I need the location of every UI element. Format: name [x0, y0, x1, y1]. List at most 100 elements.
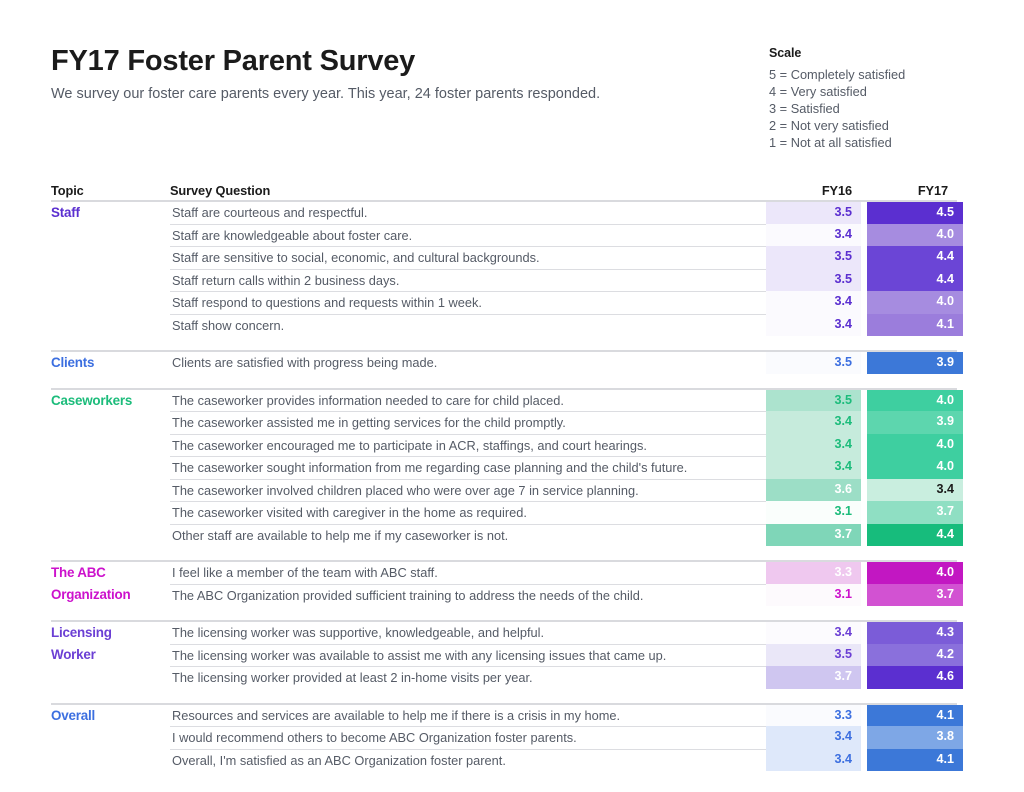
- fy16-score-cell: 3.4: [766, 223, 861, 246]
- topic-label-line: Licensing: [51, 625, 112, 640]
- table-row: The caseworker involved children placed …: [51, 478, 963, 502]
- table-row: I would recommend others to become ABC O…: [51, 726, 963, 749]
- fy16-score-cell: 3.4: [766, 748, 861, 771]
- table-row: Staff respond to questions and requests …: [51, 291, 963, 314]
- survey-question-text: Other staff are available to help me if …: [170, 523, 766, 547]
- table-row: Staff Staff are courteous and respectful.…: [51, 202, 963, 224]
- fy17-score-cell: 4.2: [867, 643, 963, 666]
- fy16-score-cell: 3.4: [766, 291, 861, 314]
- survey-question-text: Resources and services are available to …: [172, 707, 621, 723]
- table-row: Licensing The licensing worker was suppor…: [51, 622, 963, 644]
- topic-label: [51, 314, 170, 337]
- table-row: Clients Clients are satisfied with progre…: [51, 352, 963, 374]
- fy16-score-cell: 3.1: [766, 501, 861, 524]
- survey-question-text: The caseworker provides information need…: [172, 392, 564, 408]
- topic-label-line: Worker: [51, 646, 96, 662]
- table-row: Staff return calls within 2 business day…: [51, 268, 963, 292]
- table-row: Overall Resources and services are availa…: [51, 704, 963, 726]
- survey-question-text: The licensing worker provided at least 2…: [170, 666, 766, 689]
- fy17-score-cell: 4.1: [867, 748, 963, 771]
- fy16-score-cell: 3.4: [766, 313, 861, 336]
- fy17-score-cell: 4.4: [867, 246, 963, 269]
- table-section: The ABC I feel like a member of the team …: [51, 560, 963, 606]
- topic-label-line: Staff: [51, 205, 80, 220]
- fy16-score-cell: 3.5: [766, 352, 861, 374]
- fy17-score-cell: 3.7: [867, 501, 963, 524]
- fy16-score-cell: 3.5: [766, 643, 861, 666]
- fy17-score-cell: 4.1: [867, 704, 963, 726]
- column-header-topic: Topic: [51, 183, 84, 198]
- survey-question-text: Clients are satisfied with progress bein…: [172, 355, 438, 370]
- topic-label-line: The ABC: [51, 565, 106, 580]
- topic-label-line: Overall: [51, 707, 96, 723]
- fy16-score-cell: 3.5: [766, 268, 861, 291]
- fy17-score-cell: 3.9: [867, 352, 963, 374]
- survey-question-text: Staff return calls within 2 business day…: [170, 268, 766, 292]
- topic-label: [51, 434, 170, 457]
- topic-label: [51, 269, 170, 292]
- survey-question-text: The caseworker encouraged me to particip…: [170, 433, 766, 457]
- topic-label-line: Caseworkers: [51, 392, 133, 408]
- column-header-fy16: FY16: [821, 183, 852, 198]
- survey-results-table: Topic Survey Question FY16 FY17 Staff Sta…: [51, 176, 963, 772]
- topic-label: [51, 411, 170, 434]
- fy17-score-cell: 3.8: [867, 726, 963, 749]
- table-row: The caseworker encouraged me to particip…: [51, 433, 963, 457]
- survey-question-text: The licensing worker was available to as…: [170, 643, 766, 667]
- topic-label: [51, 456, 170, 479]
- scale-legend-line: 2 = Not very satisfied: [769, 118, 889, 134]
- topic-label: [51, 524, 170, 547]
- fy17-score-cell: 4.0: [867, 223, 963, 246]
- table-row: Organization The ABC Organization provide…: [51, 583, 963, 606]
- scale-legend-line: 1 = Not at all satisfied: [769, 135, 892, 151]
- table-row: The caseworker visited with caregiver in…: [51, 501, 963, 524]
- fy16-score-cell: 3.4: [766, 622, 861, 644]
- topic-label: [51, 666, 170, 689]
- fy17-score-cell: 4.0: [867, 456, 963, 479]
- fy17-score-cell: 4.0: [867, 562, 963, 584]
- survey-question-text: The caseworker involved children placed …: [170, 478, 766, 502]
- table-body: Staff Staff are courteous and respectful.…: [51, 200, 963, 772]
- fy17-score-cell: 3.9: [867, 411, 963, 434]
- topic-label-line: Organization: [51, 586, 131, 602]
- topic-label: [51, 224, 170, 247]
- scale-legend-line: 3 = Satisfied: [769, 101, 840, 117]
- topic-label: [51, 479, 170, 502]
- table-section: Caseworkers The caseworker provides infor…: [51, 387, 963, 547]
- fy17-score-cell: 4.4: [867, 523, 963, 546]
- survey-question-text: The caseworker assisted me in getting se…: [170, 411, 766, 434]
- survey-question-text: I feel like a member of the team with AB…: [172, 565, 438, 580]
- table-row: Caseworkers The caseworker provides infor…: [51, 389, 963, 412]
- fy16-score-cell: 3.3: [766, 704, 861, 726]
- fy16-score-cell: 3.7: [766, 666, 861, 689]
- survey-question-text: Staff respond to questions and requests …: [170, 291, 766, 314]
- survey-question-text: Staff are courteous and respectful.: [172, 205, 368, 220]
- survey-question-text: Staff show concern.: [170, 313, 766, 337]
- table-row: Overall, I'm satisfied as an ABC Organiz…: [51, 748, 963, 772]
- fy17-score-cell: 4.4: [867, 268, 963, 291]
- fy17-score-cell: 4.5: [867, 202, 963, 224]
- topic-label: Caseworkers: [51, 390, 170, 412]
- topic-label: Licensing: [51, 622, 170, 644]
- scale-legend-title: Scale: [769, 46, 802, 60]
- fy17-score-cell: 4.0: [867, 291, 963, 314]
- table-row: Worker The licensing worker was available…: [51, 643, 963, 667]
- fy17-score-cell: 4.0: [867, 389, 963, 411]
- topic-label: [51, 291, 170, 314]
- survey-question-text: Overall, I'm satisfied as an ABC Organiz…: [170, 748, 766, 772]
- fy17-score-cell: 4.1: [867, 313, 963, 336]
- fy16-score-cell: 3.6: [766, 478, 861, 501]
- table-section: Clients Clients are satisfied with progre…: [51, 350, 963, 374]
- topic-label: [51, 726, 170, 749]
- fy16-score-cell: 3.5: [766, 246, 861, 269]
- fy16-score-cell: 3.5: [766, 389, 861, 411]
- survey-question-text: Staff are knowledgeable about foster car…: [170, 223, 766, 247]
- topic-label: Worker: [51, 644, 170, 667]
- table-row: The ABC I feel like a member of the team …: [51, 562, 963, 584]
- table-header-row: Topic Survey Question FY16 FY17: [51, 176, 957, 200]
- fy17-score-cell: 3.4: [867, 478, 963, 501]
- survey-question-text: The caseworker visited with caregiver in…: [170, 501, 766, 524]
- fy16-score-cell: 3.5: [766, 202, 861, 224]
- table-section: Licensing The licensing worker was suppor…: [51, 620, 963, 689]
- scale-legend-line: 5 = Completely satisfied: [769, 67, 906, 82]
